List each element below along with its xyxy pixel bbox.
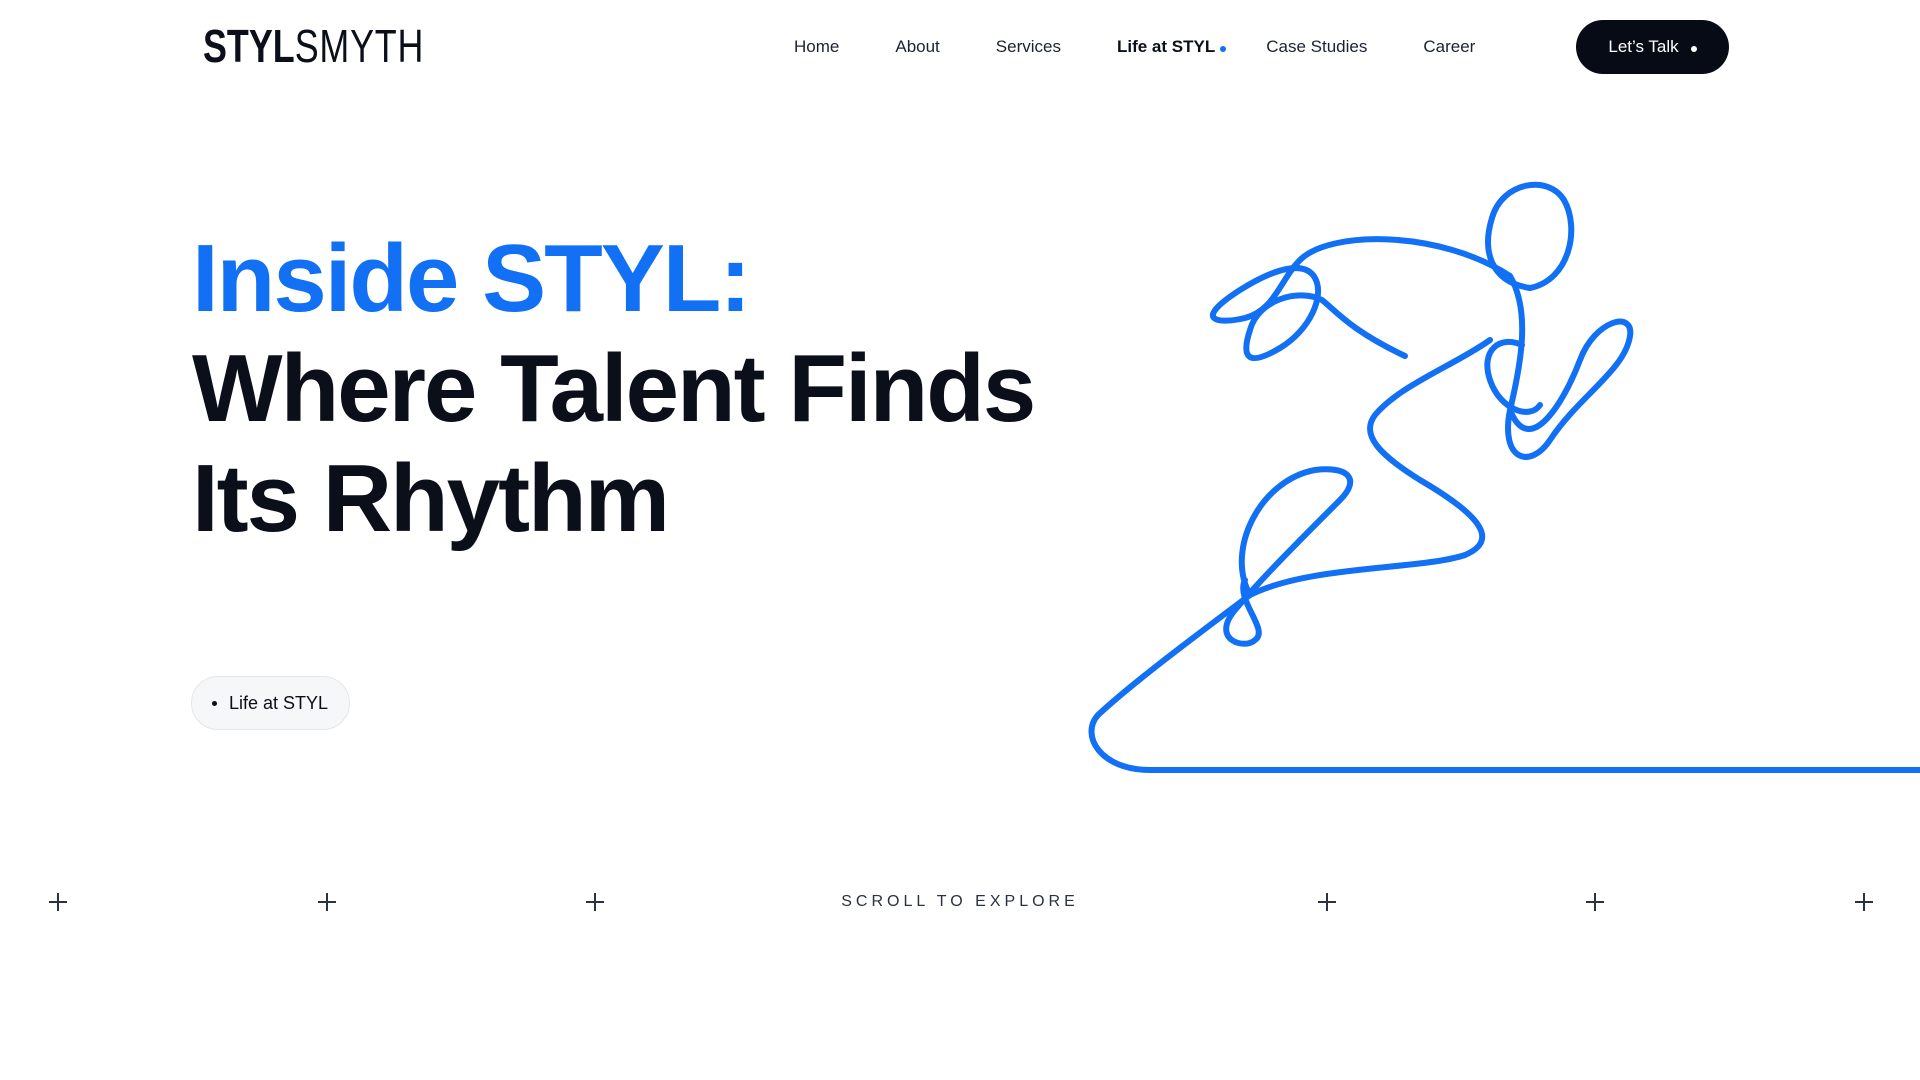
hero-title-accent: Inside STYL: bbox=[192, 225, 751, 332]
lets-talk-button[interactable]: Let’s Talk bbox=[1576, 20, 1729, 74]
nav-item-home[interactable]: Home bbox=[794, 36, 839, 58]
tag-dot bbox=[212, 700, 217, 706]
nav-item-case-studies[interactable]: Case Studies bbox=[1266, 36, 1367, 58]
lets-talk-label: Let’s Talk bbox=[1608, 37, 1679, 56]
scroll-to-explore[interactable]: SCROLL TO EXPLORE bbox=[0, 893, 1920, 911]
plus-icon bbox=[1318, 893, 1336, 911]
plus-icon bbox=[1855, 893, 1873, 911]
plus-icon bbox=[1586, 893, 1604, 911]
hero-title-line-3: Its Rhythm bbox=[192, 445, 670, 552]
page: STYL SMYTH Home About Services Life at ST… bbox=[0, 0, 1920, 1080]
logo-bold: STYL bbox=[203, 20, 295, 72]
hero-title-line-2: Where Talent Finds bbox=[192, 335, 1036, 442]
nav-item-about[interactable]: About bbox=[895, 36, 939, 58]
section-tag: Life at STYL bbox=[191, 676, 351, 730]
logo-light: SMYTH bbox=[294, 20, 425, 72]
nav-item-services[interactable]: Services bbox=[996, 36, 1061, 58]
cta-dot bbox=[1690, 45, 1697, 52]
nav-item-life-at-styl[interactable]: Life at STYL bbox=[1116, 36, 1227, 58]
logo[interactable]: STYL SMYTH bbox=[203, 22, 424, 70]
nav-item-career[interactable]: Career bbox=[1423, 36, 1475, 58]
main-nav: Home About Services Life at STYL Case St… bbox=[794, 36, 1475, 58]
nav-item-life-at-styl-label: Life at STYL bbox=[1116, 37, 1216, 56]
hero-title: Inside STYL: Where Talent Finds Its Rhyt… bbox=[192, 224, 1036, 554]
runner-line-art-icon bbox=[1088, 181, 1920, 774]
active-indicator-dot bbox=[1220, 46, 1227, 52]
section-tag-label: Life at STYL bbox=[229, 692, 329, 713]
